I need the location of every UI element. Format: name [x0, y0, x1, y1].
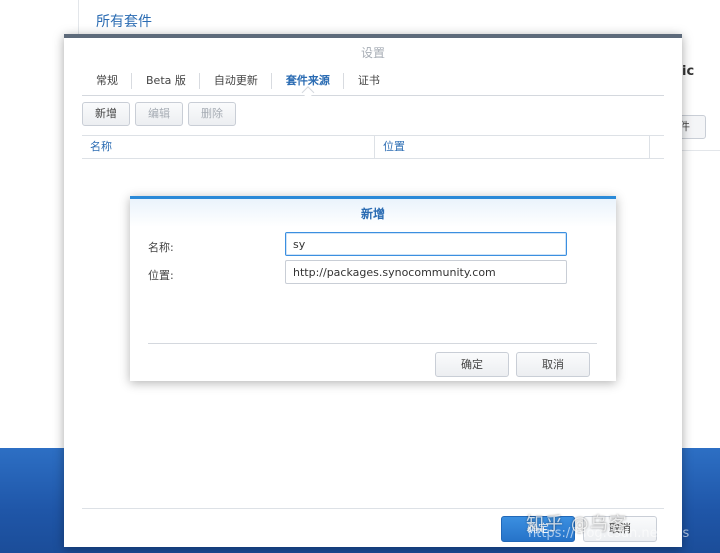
name-input[interactable] — [285, 232, 567, 256]
tab-certificate[interactable]: 证书 — [344, 68, 394, 94]
column-header-location[interactable]: 位置 — [375, 136, 650, 158]
column-header-name[interactable]: 名称 — [82, 136, 375, 158]
dialog-title: 新增 — [130, 199, 616, 227]
location-label: 位置: — [148, 269, 174, 282]
sources-toolbar: 新增 编辑 删除 — [82, 102, 236, 126]
background-partial-text: ic — [682, 64, 695, 79]
settings-window-title: 设置 — [360, 46, 385, 60]
package-center-title: 所有套件 — [96, 14, 152, 30]
tab-auto-update[interactable]: 自动更新 — [200, 68, 272, 94]
dialog-cancel-button[interactable]: 取消 — [516, 352, 590, 377]
watermark-url: https://blog.csdn.net/yys — [528, 526, 690, 541]
tab-general[interactable]: 常规 — [82, 68, 132, 94]
dialog-divider — [148, 343, 597, 344]
edit-source-button[interactable]: 编辑 — [135, 102, 183, 126]
background-divider — [682, 150, 720, 151]
delete-source-button[interactable]: 删除 — [188, 102, 236, 126]
add-source-dialog: 新增 名称: 位置: 确定 取消 — [130, 196, 616, 381]
footer-divider — [82, 508, 664, 509]
tab-beta[interactable]: Beta 版 — [132, 68, 200, 94]
tab-package-sources[interactable]: 套件来源 — [272, 68, 344, 94]
dialog-ok-button[interactable]: 确定 — [435, 352, 509, 377]
settings-tabs: 常规 Beta 版 自动更新 套件来源 证书 — [82, 68, 664, 96]
sources-table-header: 名称 位置 — [82, 135, 664, 159]
name-label: 名称: — [148, 241, 174, 254]
location-input[interactable] — [285, 260, 567, 284]
add-source-button[interactable]: 新增 — [82, 102, 130, 126]
